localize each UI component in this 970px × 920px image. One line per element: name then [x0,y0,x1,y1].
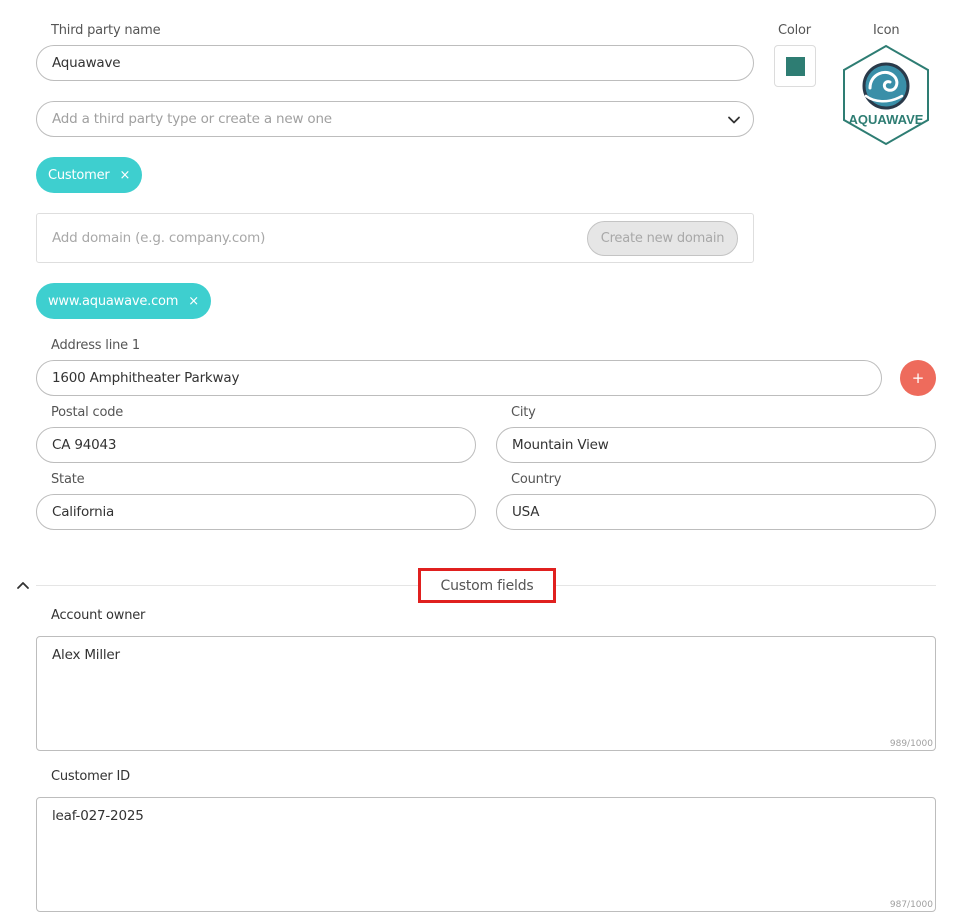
chevron-up-icon[interactable] [15,578,31,592]
domain-chip: www.aquawave.com × [36,283,211,319]
custom-fields-title: Custom fields [418,568,556,603]
type-chip-customer: Customer × [36,157,143,193]
type-select-placeholder: Add a third party type or create a new o… [52,111,332,127]
country-label: Country [511,472,562,487]
chevron-down-icon [728,116,740,124]
remove-chip-icon[interactable]: × [120,168,131,183]
third-party-name-input[interactable]: Aquawave [36,45,754,81]
account-owner-value: Alex Miller [52,647,120,663]
chip-label: Customer [48,167,110,183]
postal-code-input[interactable]: CA 94043 [36,427,476,463]
city-label: City [511,405,536,420]
char-counter: 989/1000 [889,739,933,749]
city-input[interactable]: Mountain View [496,427,936,463]
chip-label: www.aquawave.com [48,293,179,309]
domain-input-placeholder: Add domain (e.g. company.com) [52,230,266,246]
create-domain-button[interactable]: Create new domain [587,221,738,256]
country-input[interactable]: USA [496,494,936,530]
state-label: State [51,472,85,487]
domain-input-box[interactable]: Add domain (e.g. company.com) Create new… [36,213,754,263]
color-swatch [786,57,805,76]
remove-chip-icon[interactable]: × [188,294,199,309]
address-line-1-label: Address line 1 [51,338,140,353]
third-party-name-label: Third party name [51,23,161,38]
color-label: Color [778,23,811,38]
third-party-type-select[interactable]: Add a third party type or create a new o… [36,101,754,137]
address-line-1-input[interactable]: 1600 Amphitheater Parkway [36,360,882,396]
logo-text: AQUAWAVE [849,112,924,127]
add-address-line-button[interactable]: + [900,360,936,396]
aquawave-logo-icon[interactable]: AQUAWAVE [840,44,932,146]
state-input[interactable]: California [36,494,476,530]
color-picker[interactable] [774,45,816,87]
account-owner-textarea[interactable]: Alex Miller 989/1000 [36,636,936,751]
customer-id-label: Customer ID [51,769,130,784]
postal-code-label: Postal code [51,405,124,420]
icon-label: Icon [873,23,900,38]
customer-id-textarea[interactable]: leaf-027-2025 987/1000 [36,797,936,912]
char-counter: 987/1000 [889,900,933,910]
customer-id-value: leaf-027-2025 [52,808,144,824]
account-owner-label: Account owner [51,608,146,623]
